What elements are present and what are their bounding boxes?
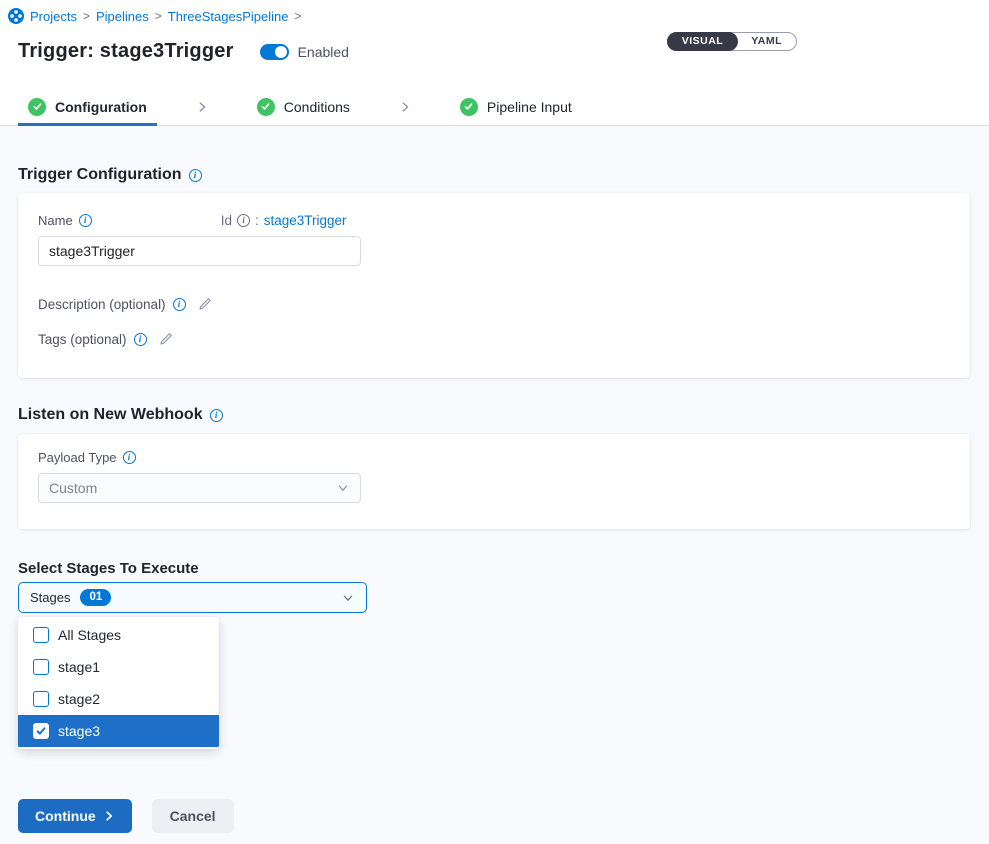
option-stage3[interactable]: stage3: [18, 715, 219, 747]
webhook-heading: Listen on New Webhook: [18, 406, 203, 424]
name-input[interactable]: [38, 236, 361, 266]
breadcrumb-separator: >: [83, 9, 90, 23]
info-icon[interactable]: [210, 409, 223, 422]
main-content: Trigger Configuration Name Id : stage3Tr…: [0, 126, 989, 844]
info-icon[interactable]: [237, 214, 250, 227]
payload-type-label: Payload Type: [38, 450, 117, 465]
id-label: Id: [221, 213, 232, 228]
option-stage1[interactable]: stage1: [18, 651, 219, 683]
tab-label: Configuration: [55, 99, 147, 115]
option-label: All Stages: [58, 627, 121, 643]
option-label: stage3: [58, 723, 100, 739]
option-label: stage1: [58, 659, 100, 675]
cancel-button[interactable]: Cancel: [152, 799, 234, 833]
id-value-link[interactable]: stage3Trigger: [264, 213, 347, 228]
edit-tags-icon[interactable]: [158, 332, 173, 347]
trigger-configuration-heading: Trigger Configuration: [18, 166, 182, 184]
continue-button-label: Continue: [35, 808, 96, 824]
continue-button[interactable]: Continue: [18, 799, 132, 833]
breadcrumb-link-pipelines[interactable]: Pipelines: [96, 9, 149, 24]
cancel-button-label: Cancel: [170, 808, 216, 824]
select-stages-heading: Select Stages To Execute: [18, 560, 199, 577]
id-separator: :: [255, 213, 259, 228]
checkbox-unchecked[interactable]: [33, 659, 49, 675]
stages-count-badge: 01: [80, 589, 111, 606]
breadcrumb-link-projects[interactable]: Projects: [30, 9, 77, 24]
wizard-tabbar: Configuration Conditions Pipeline Input: [0, 88, 989, 126]
option-label: stage2: [58, 691, 100, 707]
webhook-card: Payload Type Custom: [18, 434, 970, 529]
chevron-right-icon: [195, 88, 209, 125]
chevron-down-icon: [336, 481, 350, 495]
checkbox-unchecked[interactable]: [33, 691, 49, 707]
option-stage2[interactable]: stage2: [18, 683, 219, 715]
trigger-configuration-card: Name Id : stage3Trigger Description (opt…: [18, 193, 970, 378]
visual-tab[interactable]: VISUAL: [667, 32, 739, 51]
info-icon[interactable]: [79, 214, 92, 227]
check-circle-icon: [257, 98, 275, 116]
edit-description-icon[interactable]: [197, 297, 212, 312]
tab-label: Conditions: [284, 99, 350, 115]
checkbox-unchecked[interactable]: [33, 627, 49, 643]
check-circle-icon: [460, 98, 478, 116]
page-title: Trigger: stage3Trigger: [18, 40, 234, 63]
checkbox-checked[interactable]: [33, 723, 49, 739]
stages-dropdown-menu: All Stages stage1 stage2 stage3: [18, 617, 219, 749]
tab-label: Pipeline Input: [487, 99, 572, 115]
breadcrumb-separator: >: [294, 9, 301, 23]
info-icon[interactable]: [173, 298, 186, 311]
breadcrumb: Projects > Pipelines > ThreeStagesPipeli…: [8, 8, 301, 24]
enabled-toggle[interactable]: [260, 44, 289, 60]
breadcrumb-link-pipeline-name[interactable]: ThreeStagesPipeline: [168, 9, 289, 24]
name-label: Name: [38, 213, 73, 228]
tags-label: Tags (optional): [38, 332, 127, 347]
visual-yaml-switch[interactable]: VISUAL YAML: [667, 32, 797, 51]
tab-pipeline-input[interactable]: Pipeline Input: [450, 88, 582, 125]
chevron-right-icon: [398, 88, 412, 125]
payload-type-select[interactable]: Custom: [38, 473, 361, 503]
projects-icon: [8, 8, 24, 24]
tab-configuration[interactable]: Configuration: [18, 88, 157, 125]
stages-multiselect[interactable]: Stages 01: [18, 582, 367, 613]
description-label: Description (optional): [38, 297, 166, 312]
enabled-toggle-label: Enabled: [298, 44, 349, 60]
tab-conditions[interactable]: Conditions: [247, 88, 360, 125]
chevron-right-icon: [103, 810, 115, 822]
page-header: Projects > Pipelines > ThreeStagesPipeli…: [0, 0, 989, 88]
option-all-stages[interactable]: All Stages: [18, 619, 219, 651]
stages-field-label: Stages: [30, 590, 70, 605]
chevron-down-icon: [341, 591, 355, 605]
breadcrumb-separator: >: [155, 9, 162, 23]
check-circle-icon: [28, 98, 46, 116]
payload-type-value: Custom: [49, 480, 97, 496]
info-icon[interactable]: [123, 451, 136, 464]
yaml-tab[interactable]: YAML: [737, 33, 796, 50]
info-icon[interactable]: [189, 169, 202, 182]
info-icon[interactable]: [134, 333, 147, 346]
